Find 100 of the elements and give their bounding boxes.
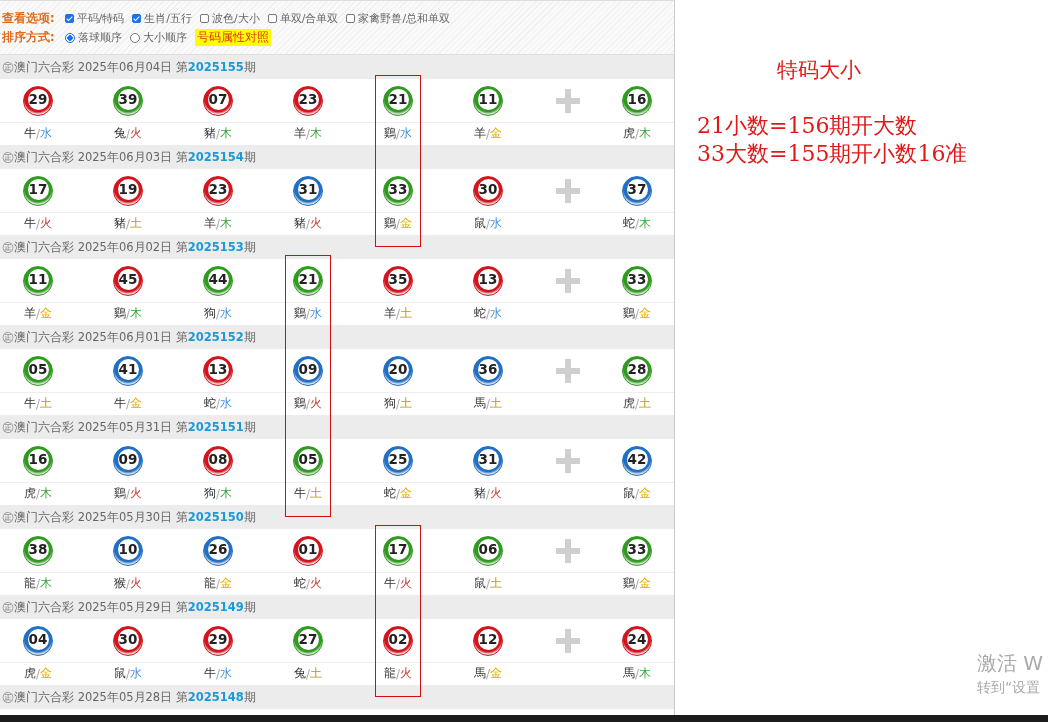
radio-button[interactable] <box>64 32 75 43</box>
element-label: 土 <box>130 215 142 232</box>
zodiac-label: 鷄 <box>383 215 396 232</box>
radio-button[interactable] <box>129 32 140 43</box>
separator-slash: / <box>125 576 130 591</box>
zodiac-label: 羊 <box>293 125 306 142</box>
element-label: 水 <box>40 125 52 142</box>
checkbox-label: 家禽野兽/总和单双 <box>358 11 451 26</box>
checkbox[interactable] <box>64 14 74 23</box>
zodiac-label: 鷄 <box>113 305 126 322</box>
zodiac-label: 兔 <box>293 665 306 682</box>
separator-slash: / <box>35 306 40 321</box>
plus-icon <box>556 358 580 383</box>
element-label: 金 <box>400 215 412 232</box>
plus-icon <box>556 178 580 203</box>
lottery-ball: 35 <box>383 265 413 296</box>
lottery-ball: 07 <box>203 85 233 116</box>
zodiac-label: 羊 <box>203 215 216 232</box>
separator-slash: / <box>395 666 400 681</box>
note-line: 21小数=156期开大数 <box>697 112 919 140</box>
draw-header: ㊣澳门六合彩 2025年06月04日 第2025155期 <box>0 55 674 79</box>
separator-slash: / <box>305 306 310 321</box>
checkbox[interactable] <box>132 14 142 23</box>
separator-slash: / <box>634 396 639 411</box>
separator-slash: / <box>35 216 40 231</box>
separator-slash: / <box>485 306 490 321</box>
separator-slash: / <box>634 576 639 591</box>
lottery-ball: 31 <box>473 445 503 476</box>
draw-header: ㊣澳门六合彩 2025年05月31日 第2025151期 <box>0 415 674 439</box>
zodiac-label: 鼠 <box>622 485 635 502</box>
lottery-ball: 23 <box>203 175 233 206</box>
separator-slash: / <box>634 666 639 681</box>
lottery-ball: 25 <box>383 445 413 476</box>
element-label: 金 <box>639 305 651 322</box>
lottery-ball: 17 <box>23 175 53 206</box>
zodiac-label: 鷄 <box>622 575 635 592</box>
lottery-ball: 17 <box>383 535 413 566</box>
checkbox[interactable] <box>200 14 210 23</box>
checkbox-label: 生肖/五行 <box>144 11 193 26</box>
zodiac-label: 馬 <box>473 665 486 682</box>
element-label: 土 <box>310 665 322 682</box>
separator-slash: / <box>125 216 130 231</box>
zodiac-label: 牛 <box>113 395 126 412</box>
element-label: 木 <box>130 305 142 322</box>
element-label: 水 <box>490 215 502 232</box>
checkbox[interactable] <box>346 14 356 23</box>
element-label: 金 <box>130 395 142 412</box>
lottery-ball: 37 <box>622 175 652 206</box>
lottery-ball: 12 <box>473 625 503 656</box>
element-label: 土 <box>490 575 502 592</box>
legend-button[interactable]: 号码属性对照 <box>194 29 271 46</box>
element-label: 木 <box>40 575 52 592</box>
zodiac-label: 龍 <box>383 665 396 682</box>
lottery-ball: 09 <box>293 355 323 386</box>
plus-icon <box>556 448 580 473</box>
element-label: 金 <box>639 575 651 592</box>
zodiac-label: 羊 <box>383 305 396 322</box>
element-label: 金 <box>490 125 502 142</box>
plus-icon <box>556 88 580 113</box>
separator-slash: / <box>395 396 400 411</box>
element-label: 木 <box>220 215 232 232</box>
separator-slash: / <box>35 396 40 411</box>
radio-label: 大小顺序 <box>142 30 187 45</box>
separator-slash: / <box>215 396 220 411</box>
separator-slash: / <box>215 126 220 141</box>
plus-icon <box>556 628 580 653</box>
lottery-ball: 05 <box>293 445 323 476</box>
option-label: 查看选项: <box>2 11 55 26</box>
lottery-ball: 36 <box>473 355 503 386</box>
lottery-ball: 39 <box>113 85 143 116</box>
zodiac-label: 馬 <box>622 665 635 682</box>
lottery-ball: 11 <box>473 85 503 116</box>
element-label: 水 <box>220 395 232 412</box>
separator-slash: / <box>634 486 639 501</box>
lottery-ball: 33 <box>622 265 652 296</box>
element-label: 土 <box>490 395 502 412</box>
separator-slash: / <box>485 396 490 411</box>
zodiac-label: 羊 <box>473 125 486 142</box>
checkbox-label: 波色/大小 <box>212 11 260 26</box>
zodiac-label: 豬 <box>113 215 126 232</box>
zodiac-label: 狗 <box>203 305 216 322</box>
element-label: 水 <box>400 125 412 142</box>
separator-slash: / <box>215 666 220 681</box>
separator-slash: / <box>125 126 130 141</box>
zodiac-label: 虎 <box>622 125 635 142</box>
separator-slash: / <box>485 576 490 591</box>
checkbox-label: 平码/特码 <box>76 11 125 26</box>
lottery-ball: 16 <box>622 85 652 116</box>
separator-slash: / <box>305 216 310 231</box>
zodiac-label: 鷄 <box>622 305 635 322</box>
separator-slash: / <box>215 486 220 501</box>
separator-slash: / <box>485 486 490 501</box>
separator-slash: / <box>215 216 220 231</box>
element-label: 火 <box>130 485 142 502</box>
separator-slash: / <box>485 216 490 231</box>
checkbox[interactable] <box>267 14 277 23</box>
element-label: 木 <box>639 665 651 682</box>
zodiac-label: 鷄 <box>293 395 306 412</box>
element-label: 土 <box>40 395 52 412</box>
plus-icon <box>556 268 580 293</box>
